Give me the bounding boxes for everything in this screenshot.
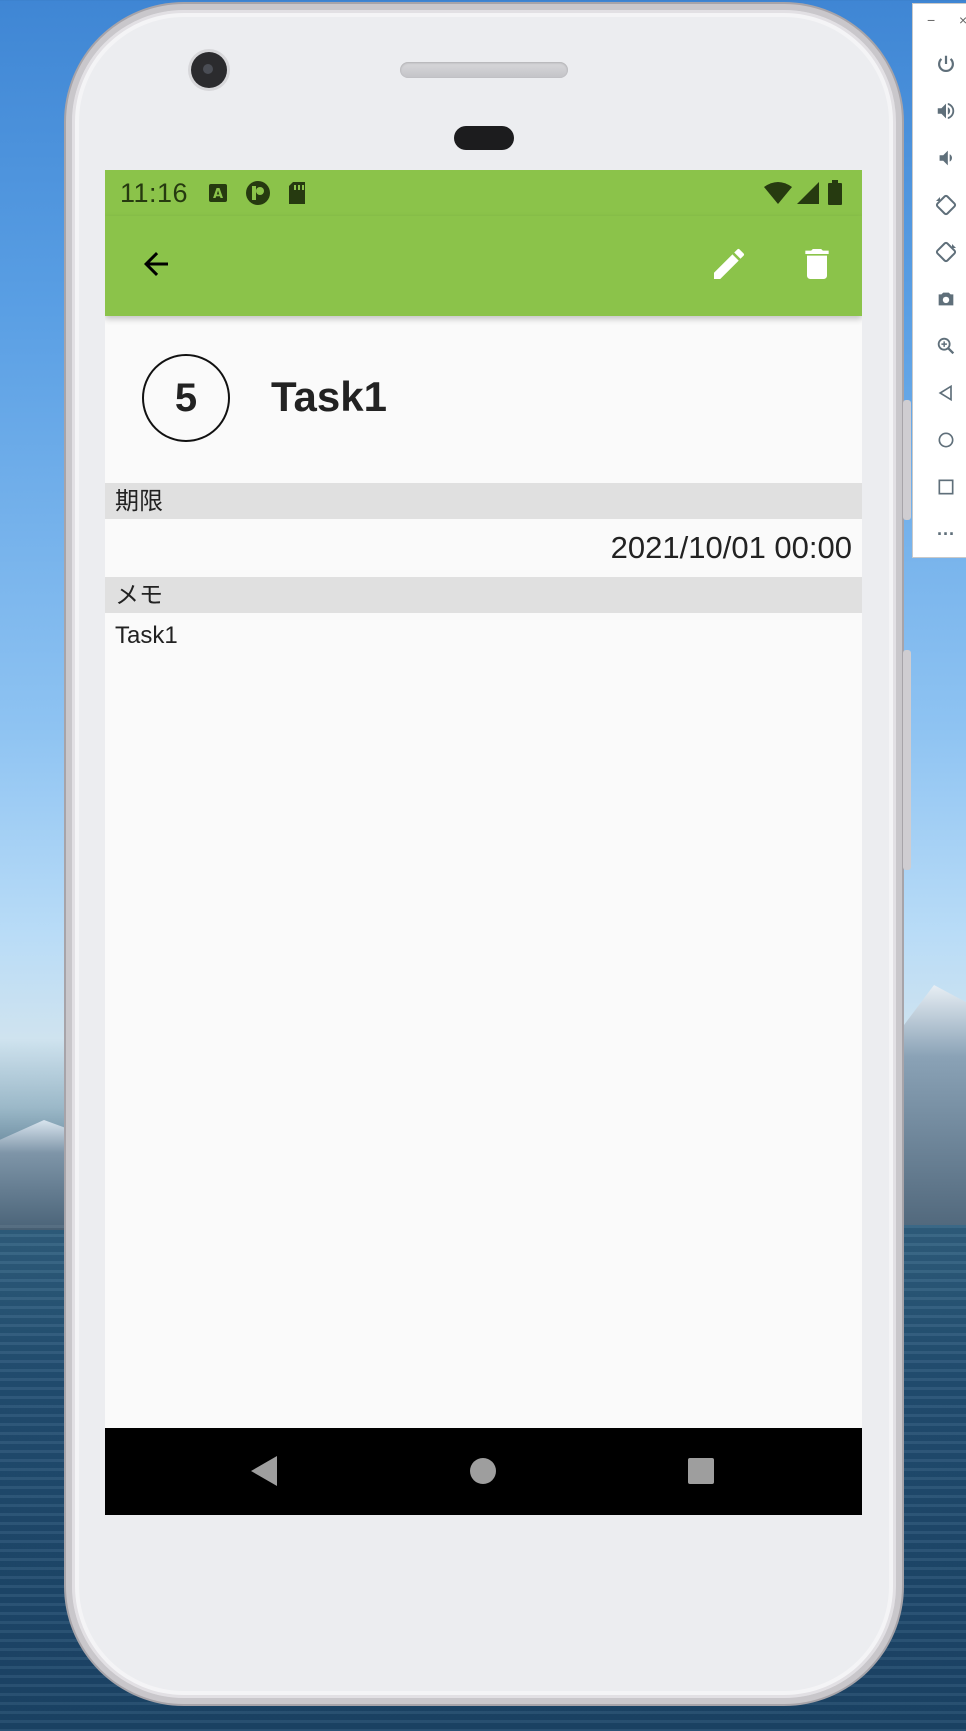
volume-up-icon[interactable] <box>933 98 959 124</box>
rotate-right-icon[interactable] <box>933 239 959 265</box>
memo-value: Task1 <box>115 622 178 649</box>
delete-button[interactable] <box>787 236 847 296</box>
more-icon[interactable]: ··· <box>933 521 959 547</box>
battery-icon <box>827 180 843 205</box>
phone-screen: 11:16 A 5 Task1 期限 2021/10/01 00:00 メモ T… <box>105 170 862 1515</box>
home-icon[interactable] <box>933 427 959 453</box>
status-bar: 11:16 A <box>105 170 862 216</box>
svg-text:A: A <box>213 187 223 202</box>
due-date-value: 2021/10/01 00:00 <box>610 530 852 565</box>
due-section-label: 期限 <box>105 483 862 519</box>
home-circle-icon <box>469 1457 497 1490</box>
power-icon[interactable] <box>933 51 959 77</box>
power-side-button[interactable] <box>903 400 911 520</box>
minimize-button[interactable]: − <box>927 12 935 28</box>
overview-icon[interactable] <box>933 474 959 500</box>
zoom-icon[interactable] <box>933 333 959 359</box>
sd-card-icon <box>286 181 308 205</box>
memo-section-label: メモ <box>105 577 862 613</box>
front-camera <box>191 52 227 88</box>
back-icon[interactable] <box>933 380 959 406</box>
close-button[interactable]: × <box>959 12 966 28</box>
camera-icon[interactable] <box>933 286 959 312</box>
proximity-sensor <box>454 126 514 150</box>
trash-icon <box>797 244 837 289</box>
volume-down-icon[interactable] <box>933 145 959 171</box>
status-time: 11:16 <box>120 178 189 208</box>
edit-button[interactable] <box>699 236 759 296</box>
recents-square-icon <box>687 1457 715 1490</box>
task-title: Task1 <box>271 373 387 420</box>
back-triangle-icon <box>249 1454 279 1493</box>
nav-home-button[interactable] <box>458 1448 508 1498</box>
task-header: 5 Task1 <box>105 316 862 484</box>
nav-recents-button[interactable] <box>676 1448 726 1498</box>
priority-badge: 5 <box>142 354 230 442</box>
system-nav-bar <box>105 1428 862 1515</box>
arrow-back-icon <box>138 246 174 287</box>
pencil-icon <box>709 244 749 289</box>
wifi-icon <box>763 181 793 205</box>
back-button[interactable] <box>126 236 186 296</box>
rotate-left-icon[interactable] <box>933 192 959 218</box>
signal-icon <box>795 181 821 205</box>
app-toolbar <box>105 216 862 316</box>
text-a-icon: A <box>207 181 229 205</box>
earpiece-speaker <box>400 62 568 78</box>
nav-back-button[interactable] <box>239 1448 289 1498</box>
p-badge-icon <box>245 181 271 205</box>
volume-side-button[interactable] <box>903 650 911 870</box>
emulator-toolbar: − × ··· <box>912 3 966 558</box>
